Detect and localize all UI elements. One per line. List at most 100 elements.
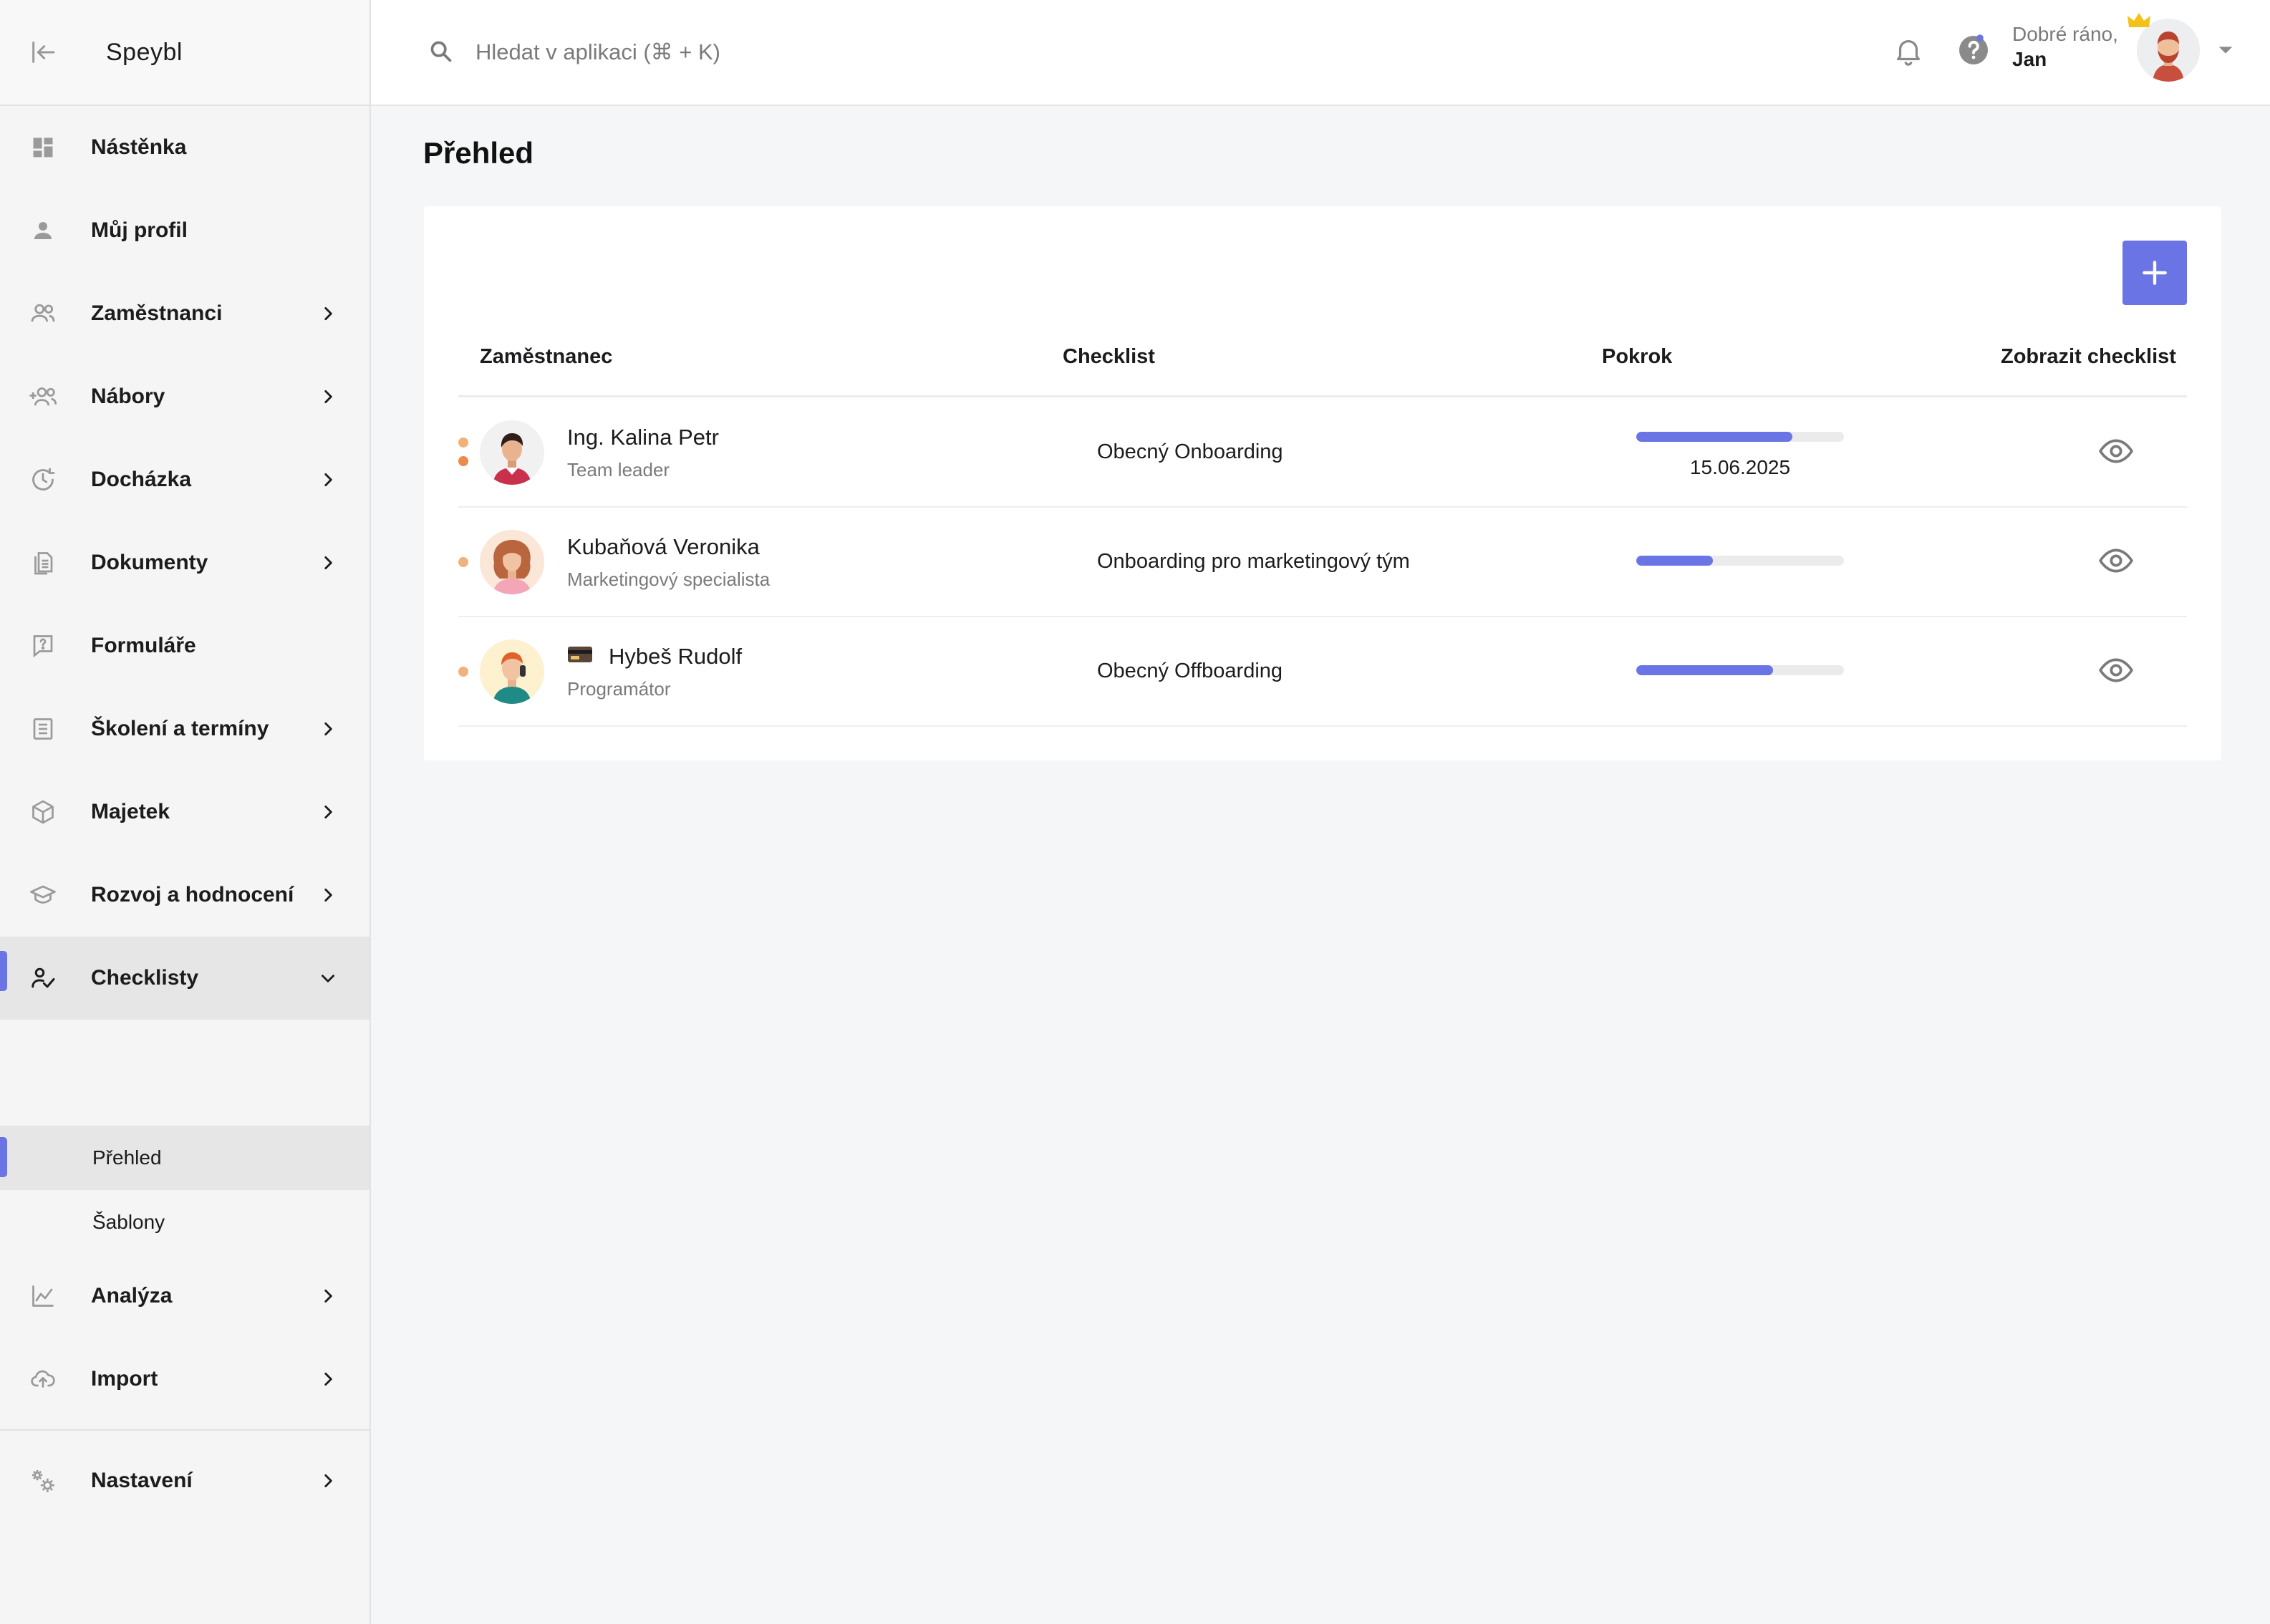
employee-avatar <box>480 639 544 704</box>
search-input[interactable] <box>475 32 1120 73</box>
person-check-icon <box>29 964 57 992</box>
sidebar-item-label: Import <box>91 1367 158 1391</box>
chevron-right-icon <box>315 550 341 576</box>
dashboard-icon <box>29 133 57 162</box>
sidebar-item-skoleni[interactable]: Školení a termíny <box>0 687 370 770</box>
sidebar-item-dokumenty[interactable]: Dokumenty <box>0 521 370 604</box>
greeting-text: Dobré ráno, <box>2012 23 2118 45</box>
chevron-right-icon <box>315 1366 341 1392</box>
chart-line-icon <box>29 1282 57 1310</box>
chevron-right-icon <box>315 301 341 327</box>
table-row[interactable]: Hybeš Rudolf Programátor Obecný Offboard… <box>458 617 2187 725</box>
sidebar: Speybl Nástěnka Můj profil Zaměstnanci N… <box>0 0 371 1624</box>
user-menu-caret-icon[interactable] <box>2216 40 2236 60</box>
column-header-checklist[interactable]: Checklist <box>1063 345 1155 369</box>
sidebar-item-dochazka[interactable]: Docházka <box>0 438 370 521</box>
sidebar-item-zamestnanci[interactable]: Zaměstnanci <box>0 272 370 355</box>
documents-icon <box>29 548 57 577</box>
progress-bar <box>1636 665 1844 675</box>
user-greeting: Dobré ráno, Jan <box>2012 21 2118 72</box>
due-date: 15.06.2025 <box>1689 456 1791 478</box>
view-checklist-eye-icon[interactable] <box>2098 433 2134 469</box>
checklist-name: Obecný Onboarding <box>1097 440 1283 463</box>
chevron-right-icon <box>315 1468 341 1494</box>
chevron-right-icon <box>315 467 341 493</box>
notifications-bell-icon[interactable] <box>1892 34 1925 67</box>
checklist-name: Obecný Offboarding <box>1097 659 1283 682</box>
sidebar-subitem-prehled[interactable]: Přehled <box>0 1126 370 1190</box>
sidebar-item-label: Můj profil <box>91 218 188 242</box>
view-checklist-eye-icon[interactable] <box>2098 543 2134 579</box>
collapse-sidebar-button[interactable] <box>21 31 64 74</box>
graduation-cap-icon <box>29 881 57 909</box>
form-question-icon <box>29 632 57 660</box>
add-checklist-button[interactable] <box>2122 241 2187 305</box>
topbar: Dobré ráno, Jan <box>371 0 2270 106</box>
help-icon[interactable] <box>1956 33 1991 67</box>
search-icon <box>427 37 455 66</box>
app-root: Speybl Nástěnka Můj profil Zaměstnanci N… <box>0 0 2270 1624</box>
plus-icon <box>2143 261 2167 285</box>
employee-name[interactable]: Ing. Kalina Petr <box>567 425 719 450</box>
status-dot <box>458 557 468 567</box>
chevron-right-icon <box>315 384 341 410</box>
chevron-right-icon <box>315 716 341 742</box>
chevron-down-icon <box>315 965 341 991</box>
sidebar-item-nastenka[interactable]: Nástěnka <box>0 106 370 189</box>
sidebar-item-label: Nastavení <box>91 1469 193 1492</box>
table-row[interactable]: Kubaňová Veronika Marketingový specialis… <box>458 507 2187 616</box>
sidebar-item-analyza[interactable]: Analýza <box>0 1255 370 1338</box>
page-title: Přehled <box>423 136 534 170</box>
progress-bar <box>1636 556 1844 566</box>
employee-avatar <box>480 420 544 485</box>
sidebar-item-label: Nábory <box>91 385 165 408</box>
sidebar-item-label: Dokumenty <box>91 551 208 574</box>
column-header-employee[interactable]: Zaměstnanec <box>480 345 612 369</box>
cloud-upload-icon <box>29 1365 57 1393</box>
user-name: Jan <box>2012 48 2047 70</box>
sidebar-item-muj-profil[interactable]: Můj profil <box>0 189 370 272</box>
progress-fill <box>1636 665 1774 675</box>
sidebar-divider <box>0 1429 370 1431</box>
sidebar-item-checklisty[interactable]: Checklisty <box>0 937 370 1020</box>
calendar-list-icon <box>29 715 57 743</box>
view-checklist-eye-icon[interactable] <box>2098 652 2134 688</box>
chevron-right-icon <box>315 882 341 908</box>
column-header-progress[interactable]: Pokrok <box>1602 345 1672 369</box>
add-people-icon <box>29 382 57 411</box>
sidebar-item-rozvoj[interactable]: Rozvoj a hodnocení <box>0 854 370 937</box>
checklist-name: Onboarding pro marketingový tým <box>1097 550 1410 573</box>
sidebar-item-formulare[interactable]: Formuláře <box>0 604 370 687</box>
employee-role: Marketingový specialista <box>567 569 771 590</box>
gears-icon <box>29 1466 57 1495</box>
sidebar-item-label: Formuláře <box>91 634 196 657</box>
employee-role: Team leader <box>567 459 670 480</box>
table-row[interactable]: Ing. Kalina Petr Team leader Obecný Onbo… <box>458 397 2187 506</box>
employee-role: Programátor <box>567 678 671 700</box>
sidebar-item-label: Checklisty <box>91 966 199 990</box>
clock-icon <box>29 465 57 494</box>
box-icon <box>29 798 57 826</box>
employee-name[interactable]: Hybeš Rudolf <box>609 644 742 670</box>
sidebar-subitem-label: Přehled <box>92 1146 162 1169</box>
sidebar-item-nabory[interactable]: Nábory <box>0 355 370 438</box>
sidebar-item-label: Zaměstnanci <box>91 301 223 325</box>
sidebar-item-nastaveni[interactable]: Nastavení <box>0 1439 370 1522</box>
sidebar-item-label: Analýza <box>91 1284 173 1308</box>
sidebar-subitem-sablony[interactable]: Šablony <box>0 1190 370 1255</box>
sidebar-item-label: Školení a termíny <box>91 717 269 740</box>
employee-avatar <box>480 530 544 594</box>
person-icon <box>29 216 57 245</box>
sidebar-item-label: Rozvoj a hodnocení <box>91 883 294 907</box>
sidebar-header: Speybl <box>0 0 370 106</box>
people-icon <box>29 299 57 328</box>
checklists-card: Zaměstnanec Checklist Pokrok Zobrazit ch… <box>424 206 2221 760</box>
chevron-right-icon <box>315 1283 341 1309</box>
progress-fill <box>1636 556 1714 566</box>
sidebar-item-label: Nástěnka <box>91 135 187 159</box>
sidebar-item-majetek[interactable]: Majetek <box>0 770 370 854</box>
card-badge-icon <box>567 645 593 664</box>
sidebar-item-label: Majetek <box>91 800 170 823</box>
sidebar-item-import[interactable]: Import <box>0 1338 370 1421</box>
employee-name[interactable]: Kubaňová Veronika <box>567 534 760 560</box>
